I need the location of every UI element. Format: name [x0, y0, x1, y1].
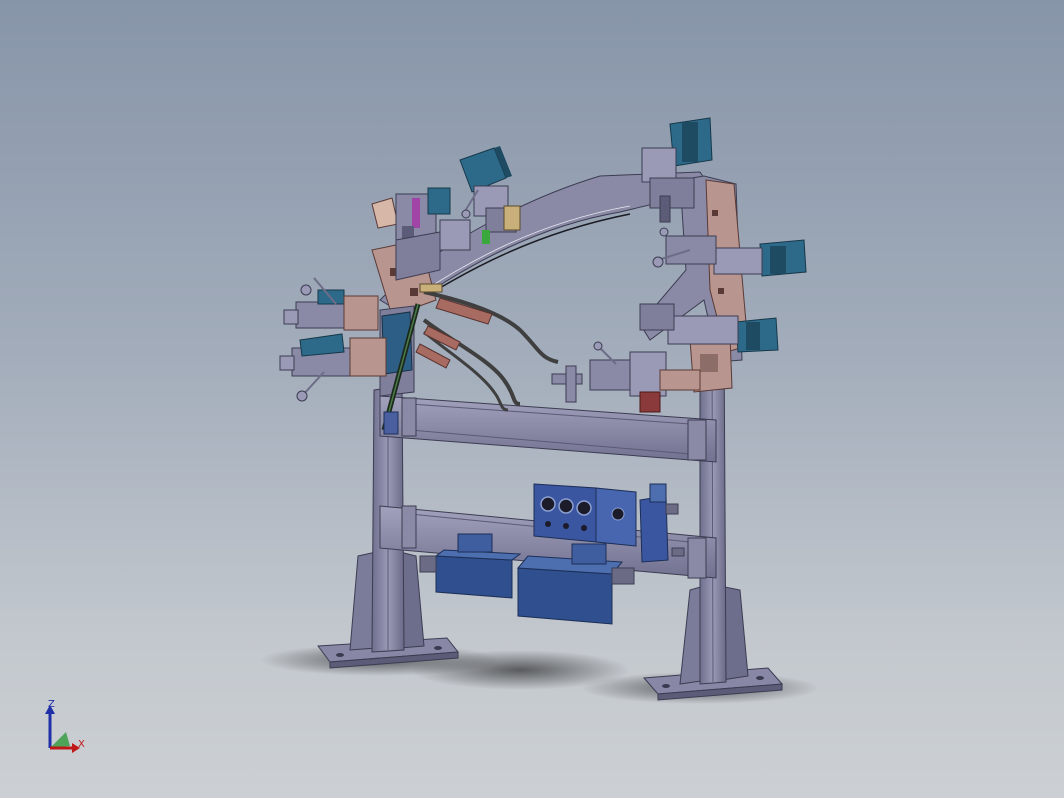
left-lower-clamp[interactable]	[279, 333, 387, 402]
upper-crossbeam[interactable]	[379, 395, 717, 463]
control-knob-1[interactable]	[545, 521, 551, 527]
cable-bundle[interactable]	[415, 283, 559, 412]
z-axis-label: Z	[48, 699, 55, 710]
valve-tower[interactable]	[639, 483, 685, 563]
left-upper-clamp[interactable]	[283, 277, 379, 331]
control-panel[interactable]	[533, 483, 637, 547]
control-knob-3[interactable]	[581, 525, 587, 531]
control-knob-4[interactable]	[611, 507, 625, 521]
pressure-gauge-1	[540, 496, 556, 512]
coordinate-triad: Z X	[40, 696, 100, 758]
graphics-viewport[interactable]: Z X	[0, 0, 1064, 798]
pressure-gauge-3	[576, 500, 592, 516]
control-knob-2[interactable]	[563, 523, 569, 529]
fixture-assembly-model[interactable]	[0, 0, 1064, 798]
center-right-clamp[interactable]	[551, 341, 701, 413]
pressure-gauge-2	[558, 498, 574, 514]
x-axis-label: X	[78, 739, 85, 750]
